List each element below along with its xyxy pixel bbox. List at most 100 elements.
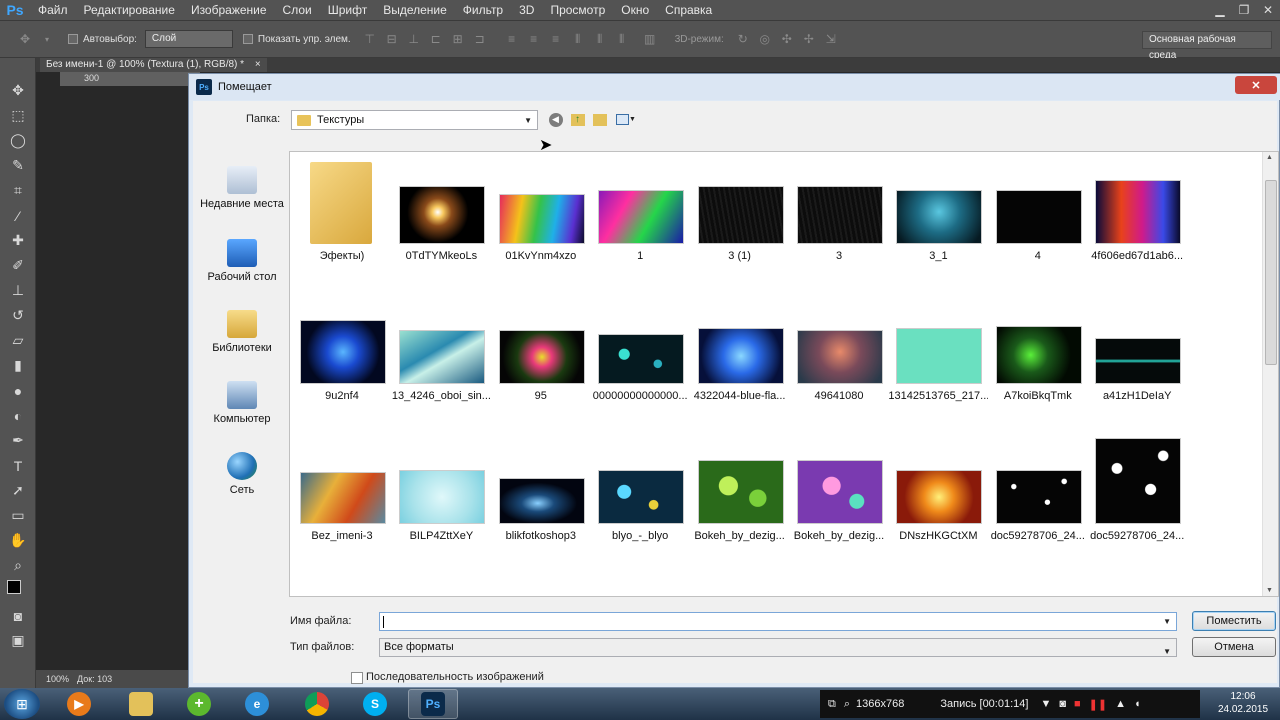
quick-select-tool-icon[interactable]: ✎ bbox=[0, 153, 36, 178]
camera-icon[interactable]: ◙ bbox=[1059, 698, 1066, 710]
file-item[interactable]: blikfotkoshop3 bbox=[491, 432, 591, 562]
taskbar-media-player[interactable]: ▶ bbox=[54, 689, 104, 719]
taskbar-plus-app[interactable]: + bbox=[174, 689, 224, 719]
new-folder-icon[interactable] bbox=[591, 111, 608, 128]
move-tool-icon[interactable]: ✥ bbox=[0, 78, 36, 103]
color-swatches[interactable] bbox=[0, 578, 36, 603]
path-select-tool-icon[interactable]: ➚ bbox=[0, 478, 36, 503]
menu-item[interactable]: Фильтр bbox=[455, 0, 511, 20]
auto-align-icon[interactable]: ▥ bbox=[643, 32, 657, 46]
shape-tool-icon[interactable]: ▭ bbox=[0, 503, 36, 528]
sequence-checkbox[interactable] bbox=[351, 672, 363, 684]
file-item[interactable]: 1 bbox=[590, 152, 690, 282]
crop-tool-icon[interactable]: ⌗ bbox=[0, 178, 36, 203]
menu-item[interactable]: Шрифт bbox=[320, 0, 375, 20]
file-item[interactable]: BILP4ZttXeY bbox=[391, 432, 491, 562]
restore-icon[interactable]: ❐ bbox=[1232, 0, 1256, 20]
lasso-tool-icon[interactable]: ◯ bbox=[0, 128, 36, 153]
file-item[interactable]: Bez_imeni-3 bbox=[292, 432, 392, 562]
chevron-down-icon[interactable]: ▼ bbox=[1163, 643, 1171, 660]
back-icon[interactable]: ◀ bbox=[547, 111, 564, 128]
hand-tool-icon[interactable]: ✋ bbox=[0, 528, 36, 553]
align-top-icon[interactable]: ⊤ bbox=[363, 32, 377, 46]
blur-tool-icon[interactable]: ● bbox=[0, 378, 36, 403]
quick-mask-icon[interactable]: ◙ bbox=[0, 603, 36, 628]
eyedropper-tool-icon[interactable]: ⁄ bbox=[0, 203, 36, 228]
screen-icon[interactable]: ⧉ bbox=[828, 698, 836, 711]
view-menu-icon[interactable]: ▼ bbox=[613, 111, 639, 128]
menu-item[interactable]: Просмотр bbox=[542, 0, 613, 20]
align-hcenter-icon[interactable]: ⊞ bbox=[451, 32, 465, 46]
distribute-vcenter-icon[interactable]: ≡ bbox=[527, 32, 541, 46]
document-tab[interactable]: Без имени-1 @ 100% (Textura (1), RGB/8) … bbox=[40, 58, 267, 72]
scroll-down-icon[interactable]: ▼ bbox=[1266, 587, 1273, 594]
file-item[interactable]: 4f606ed67d1ab6... bbox=[1087, 152, 1187, 282]
file-item[interactable]: A7koiBkqTmk bbox=[988, 292, 1088, 422]
autoselect-checkbox[interactable] bbox=[68, 34, 78, 44]
foreground-color[interactable] bbox=[7, 579, 21, 594]
rotate-3d-icon[interactable]: ↻ bbox=[736, 32, 750, 46]
tray-expand-icon[interactable]: ▲ bbox=[1115, 698, 1126, 710]
place-computer[interactable]: Компьютер bbox=[197, 381, 287, 426]
file-item[interactable]: a41zH1DeIaY bbox=[1087, 292, 1187, 422]
zoom-tool-icon[interactable]: ⌕ bbox=[0, 553, 36, 578]
file-item[interactable]: Bokeh_by_dezig... bbox=[789, 432, 889, 562]
menu-item[interactable]: Выделение bbox=[375, 0, 455, 20]
clock[interactable]: 12:06 24.02.2015 bbox=[1212, 690, 1274, 716]
align-bottom-icon[interactable]: ⊥ bbox=[407, 32, 421, 46]
file-item[interactable]: 13142513765_217... bbox=[888, 292, 988, 422]
file-item[interactable]: 4 bbox=[988, 152, 1088, 282]
file-item[interactable]: 0TdTYMkeoLs bbox=[391, 152, 491, 282]
file-item[interactable]: Bokeh_by_dezig... bbox=[690, 432, 790, 562]
distribute-hcenter-icon[interactable]: ⦀ bbox=[593, 32, 607, 46]
taskbar-chrome[interactable] bbox=[292, 689, 342, 719]
screen-mode-icon[interactable]: ▣ bbox=[0, 628, 36, 653]
distribute-bottom-icon[interactable]: ≡ bbox=[549, 32, 563, 46]
menu-item[interactable]: Редактирование bbox=[76, 0, 183, 20]
align-right-icon[interactable]: ⊐ bbox=[473, 32, 487, 46]
brush-tool-icon[interactable]: ✐ bbox=[0, 253, 36, 278]
menu-item[interactable]: Файл bbox=[30, 0, 76, 20]
eraser-tool-icon[interactable]: ▱ bbox=[0, 328, 36, 353]
chevron-down-icon[interactable]: ▾ bbox=[40, 32, 54, 46]
chevron-down-icon[interactable]: ▼ bbox=[524, 116, 532, 125]
filetype-select[interactable]: Все форматы ▼ bbox=[379, 638, 1177, 657]
drag-3d-icon[interactable]: ✣ bbox=[780, 32, 794, 46]
minimize-icon[interactable]: ▁ bbox=[1208, 0, 1232, 20]
type-tool-icon[interactable]: T bbox=[0, 453, 36, 478]
place-libraries[interactable]: Библиотеки bbox=[197, 310, 287, 355]
menu-item[interactable]: Слои bbox=[275, 0, 320, 20]
search-icon[interactable]: ⌕ bbox=[844, 698, 850, 711]
autoselect-select[interactable]: Слой bbox=[144, 30, 233, 48]
place-button[interactable]: Поместить bbox=[1192, 611, 1276, 631]
distribute-left-icon[interactable]: ⦀ bbox=[571, 32, 585, 46]
place-desktop[interactable]: Рабочий стол bbox=[197, 239, 287, 284]
folder-select[interactable]: Текстуры ▼ bbox=[291, 110, 538, 130]
file-item[interactable]: 3_1 bbox=[888, 152, 988, 282]
show-transform-checkbox[interactable] bbox=[242, 34, 253, 44]
pen-tool-icon[interactable]: ✒ bbox=[0, 428, 36, 453]
roll-3d-icon[interactable]: ◎ bbox=[758, 32, 772, 46]
menu-item[interactable]: Окно bbox=[613, 0, 657, 20]
dialog-close-button[interactable]: ✕ bbox=[1235, 76, 1277, 94]
healing-tool-icon[interactable]: ✚ bbox=[0, 228, 36, 253]
slide-3d-icon[interactable]: ✢ bbox=[802, 32, 816, 46]
place-network[interactable]: Сеть bbox=[197, 452, 287, 497]
place-recent[interactable]: Недавние места bbox=[197, 166, 287, 211]
file-item[interactable]: 95 bbox=[491, 292, 591, 422]
filename-input[interactable]: ▼ bbox=[379, 612, 1177, 631]
menu-item[interactable]: Справка bbox=[657, 0, 720, 20]
file-item[interactable]: 9u2nf4 bbox=[292, 292, 392, 422]
file-item[interactable]: 13_4246_oboi_sin... bbox=[391, 292, 491, 422]
gradient-tool-icon[interactable]: ▮ bbox=[0, 353, 36, 378]
align-vcenter-icon[interactable]: ⊟ bbox=[385, 32, 399, 46]
chevron-down-icon[interactable]: ▼ bbox=[1163, 617, 1171, 626]
file-item[interactable]: 00000000000000... bbox=[590, 292, 690, 422]
up-folder-icon[interactable]: ↑ bbox=[569, 111, 586, 128]
start-button[interactable]: ⊞ bbox=[4, 689, 40, 719]
distribute-right-icon[interactable]: ⦀ bbox=[615, 32, 629, 46]
stop-icon[interactable]: ■ bbox=[1074, 698, 1081, 710]
close-icon[interactable]: ✕ bbox=[1256, 0, 1280, 20]
file-item[interactable]: 01KvYnm4xzo bbox=[491, 152, 591, 282]
vertical-scrollbar[interactable]: ▲ ▼ bbox=[1262, 152, 1278, 596]
